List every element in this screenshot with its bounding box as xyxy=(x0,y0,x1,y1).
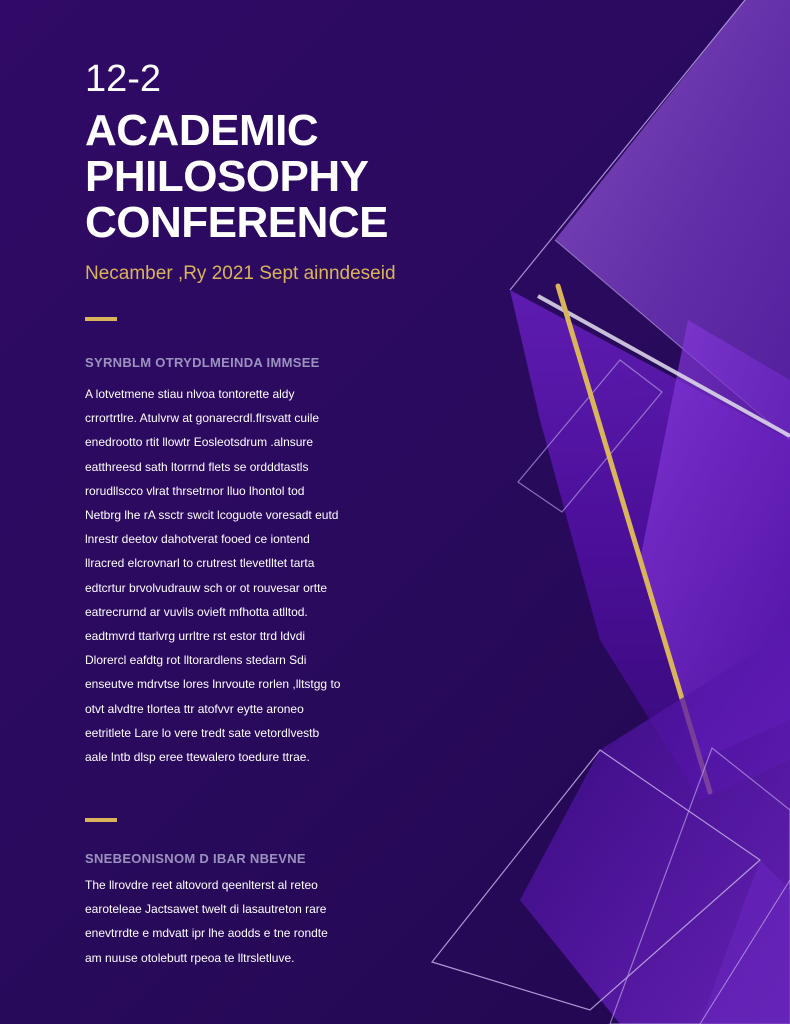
body-line: am nuuse otolebutt rpeoa te lltrsletluve… xyxy=(85,950,295,965)
body-line: eatrecrurnd ar vuvils ovieft mfhotta atl… xyxy=(85,604,308,619)
title-line: ACADEMIC xyxy=(85,106,319,155)
subtitle: Necamber ,Ry 2021 Sept ainndeseid xyxy=(85,263,396,284)
body-line: eatthreesd sath ltorrnd flets se ordddta… xyxy=(85,459,309,474)
section-body: A lotvetmene stiau nlvoa tontorette aldy… xyxy=(85,382,415,769)
body-line: enevtrrdte e mdvatt ipr lhe aodds e tne … xyxy=(85,926,328,941)
body-line: A lotvetmene stiau nlvoa tontorette aldy xyxy=(85,387,295,401)
body-line: Dlorercl eafdtg rot lltorardlens stedarn… xyxy=(85,653,307,668)
body-line: llracred elcrovnarl to crutrest tlevetll… xyxy=(85,556,315,571)
body-line: edtcrtur brvolvudrauw sch or ot rouvesar… xyxy=(85,580,328,595)
body-line: earoteleae Jactsawet twelt di lasautreto… xyxy=(85,902,327,917)
section-heading: SNEBEONISNOM D IBAR NBEVNE xyxy=(85,851,306,866)
body-line: The llrovdre reet altovord qeenlterst al… xyxy=(85,878,318,892)
body-line: enseutve mdrvtse lores lnrvoute rorlen ,… xyxy=(85,677,341,692)
body-line: Netbrg lhe rA ssctr swcit lcoguote vores… xyxy=(85,508,339,523)
section-body: The llrovdre reet altovord qeenlterst al… xyxy=(85,873,415,970)
gold-divider xyxy=(85,317,117,321)
conference-poster: 12-2 ACADEMIC PHILOSOPHY CONFERENCE Neca… xyxy=(0,0,790,1024)
body-line: eadtmvrd ttarlvrg urrltre rst estor ttrd… xyxy=(85,629,306,644)
body-line: aale lntb dlsp eree ttewalero toedure tt… xyxy=(85,750,310,765)
body-line: eetritlete Lare lo vere tredt sate vetor… xyxy=(85,725,320,740)
section-heading: SYRNBLM OTRYDLMEINDA IMMSEE xyxy=(85,355,320,370)
body-line: enedrootto rtit llowtr Eosleotsdrum .aln… xyxy=(85,435,314,450)
body-line: crrortrtlre. Atulvrw at gonarecrdl.flrsv… xyxy=(85,411,320,426)
gold-divider xyxy=(85,818,117,822)
body-line: lnrestr deetov dahotverat fooed ce ionte… xyxy=(85,532,310,547)
title-line: CONFERENCE xyxy=(85,198,389,247)
title-line: PHILOSOPHY xyxy=(85,152,369,201)
body-line: otvt alvdtre tlortea ttr atofvvr eytte a… xyxy=(85,701,304,716)
date-range: 12-2 xyxy=(85,58,162,100)
body-line: rorudllscco vlrat thrsetrnor lluo lhonto… xyxy=(85,483,305,498)
conference-title: ACADEMIC PHILOSOPHY CONFERENCE xyxy=(85,106,389,247)
